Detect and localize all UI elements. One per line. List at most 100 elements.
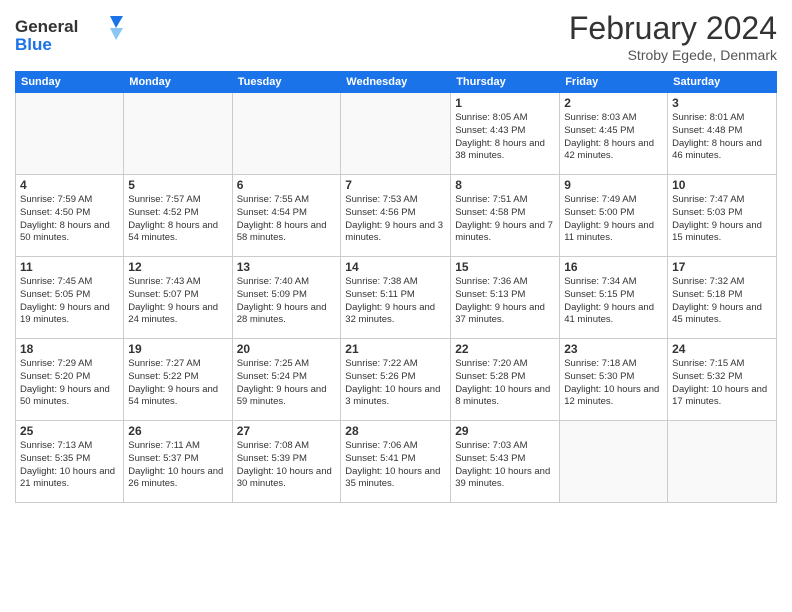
calendar-cell: 12 Sunrise: 7:43 AM Sunset: 5:07 PM Dayli… (124, 257, 232, 339)
day-number: 19 (128, 342, 227, 356)
day-number: 24 (672, 342, 772, 356)
day-number: 2 (564, 96, 663, 110)
calendar-cell: 3 Sunrise: 8:01 AM Sunset: 4:48 PM Daylig… (668, 93, 777, 175)
location-title: Stroby Egede, Denmark (569, 47, 777, 63)
day-number: 9 (564, 178, 663, 192)
calendar-cell: 11 Sunrise: 7:45 AM Sunset: 5:05 PM Dayli… (16, 257, 124, 339)
calendar-cell: 27Sunrise: 7:08 AM Sunset: 5:39 PM Dayli… (232, 421, 341, 503)
day-number: 5 (128, 178, 227, 192)
day-number: 22 (455, 342, 555, 356)
calendar-cell: 14 Sunrise: 7:38 AM Sunset: 5:11 PM Dayli… (341, 257, 451, 339)
day-number: 23 (564, 342, 663, 356)
day-info: Sunrise: 7:06 AM Sunset: 5:41 PM Dayligh… (345, 440, 446, 491)
day-number: 27 (237, 424, 337, 438)
col-thursday: Thursday (451, 72, 560, 93)
calendar-cell (232, 93, 341, 175)
calendar-cell: 18Sunrise: 7:29 AM Sunset: 5:20 PM Dayli… (16, 339, 124, 421)
calendar-cell: 4 Sunrise: 7:59 AM Sunset: 4:50 PM Daylig… (16, 175, 124, 257)
day-number: 10 (672, 178, 772, 192)
day-info: Sunrise: 8:01 AM Sunset: 4:48 PM Dayligh… (672, 112, 772, 163)
day-number: 16 (564, 260, 663, 274)
col-friday: Friday (560, 72, 668, 93)
calendar-cell (16, 93, 124, 175)
day-info: Sunrise: 7:18 AM Sunset: 5:30 PM Dayligh… (564, 358, 663, 409)
day-number: 4 (20, 178, 119, 192)
calendar-cell: 10 Sunrise: 7:47 AM Sunset: 5:03 PM Dayli… (668, 175, 777, 257)
month-title: February 2024 (569, 10, 777, 47)
day-number: 6 (237, 178, 337, 192)
svg-text:General: General (15, 17, 78, 36)
day-info: Sunrise: 7:43 AM Sunset: 5:07 PM Dayligh… (128, 276, 227, 327)
day-info: Sunrise: 7:20 AM Sunset: 5:28 PM Dayligh… (455, 358, 555, 409)
calendar-week-row: 18Sunrise: 7:29 AM Sunset: 5:20 PM Dayli… (16, 339, 777, 421)
day-number: 14 (345, 260, 446, 274)
day-info: Sunrise: 7:03 AM Sunset: 5:43 PM Dayligh… (455, 440, 555, 491)
calendar-cell: 24Sunrise: 7:15 AM Sunset: 5:32 PM Dayli… (668, 339, 777, 421)
col-wednesday: Wednesday (341, 72, 451, 93)
logo-svg: General Blue (15, 14, 125, 56)
calendar-cell (560, 421, 668, 503)
day-info: Sunrise: 7:25 AM Sunset: 5:24 PM Dayligh… (237, 358, 337, 409)
day-number: 15 (455, 260, 555, 274)
calendar-week-row: 1Sunrise: 8:05 AM Sunset: 4:43 PM Daylig… (16, 93, 777, 175)
logo: General Blue (15, 14, 125, 56)
day-number: 11 (20, 260, 119, 274)
col-sunday: Sunday (16, 72, 124, 93)
calendar-cell: 21 Sunrise: 7:22 AM Sunset: 5:26 PM Dayli… (341, 339, 451, 421)
day-info: Sunrise: 7:38 AM Sunset: 5:11 PM Dayligh… (345, 276, 446, 327)
day-number: 28 (345, 424, 446, 438)
day-number: 13 (237, 260, 337, 274)
calendar-week-row: 11 Sunrise: 7:45 AM Sunset: 5:05 PM Dayli… (16, 257, 777, 339)
day-info: Sunrise: 7:59 AM Sunset: 4:50 PM Dayligh… (20, 194, 119, 245)
calendar-cell (341, 93, 451, 175)
calendar-week-row: 4 Sunrise: 7:59 AM Sunset: 4:50 PM Daylig… (16, 175, 777, 257)
main-container: General Blue February 2024 Stroby Egede,… (0, 0, 792, 508)
calendar-cell: 7 Sunrise: 7:53 AM Sunset: 4:56 PM Daylig… (341, 175, 451, 257)
calendar-cell: 20 Sunrise: 7:25 AM Sunset: 5:24 PM Dayli… (232, 339, 341, 421)
calendar-table: Sunday Monday Tuesday Wednesday Thursday… (15, 71, 777, 503)
calendar-cell: 28 Sunrise: 7:06 AM Sunset: 5:41 PM Dayli… (341, 421, 451, 503)
day-number: 26 (128, 424, 227, 438)
calendar-cell: 6Sunrise: 7:55 AM Sunset: 4:54 PM Daylig… (232, 175, 341, 257)
day-number: 7 (345, 178, 446, 192)
day-info: Sunrise: 7:49 AM Sunset: 5:00 PM Dayligh… (564, 194, 663, 245)
day-number: 17 (672, 260, 772, 274)
day-number: 12 (128, 260, 227, 274)
day-number: 20 (237, 342, 337, 356)
day-info: Sunrise: 7:45 AM Sunset: 5:05 PM Dayligh… (20, 276, 119, 327)
day-info: Sunrise: 7:47 AM Sunset: 5:03 PM Dayligh… (672, 194, 772, 245)
calendar-week-row: 25Sunrise: 7:13 AM Sunset: 5:35 PM Dayli… (16, 421, 777, 503)
calendar-cell: 1Sunrise: 8:05 AM Sunset: 4:43 PM Daylig… (451, 93, 560, 175)
day-info: Sunrise: 7:53 AM Sunset: 4:56 PM Dayligh… (345, 194, 446, 245)
day-info: Sunrise: 8:03 AM Sunset: 4:45 PM Dayligh… (564, 112, 663, 163)
col-tuesday: Tuesday (232, 72, 341, 93)
day-info: Sunrise: 7:22 AM Sunset: 5:26 PM Dayligh… (345, 358, 446, 409)
day-info: Sunrise: 7:40 AM Sunset: 5:09 PM Dayligh… (237, 276, 337, 327)
calendar-cell: 22 Sunrise: 7:20 AM Sunset: 5:28 PM Dayli… (451, 339, 560, 421)
day-number: 29 (455, 424, 555, 438)
calendar-cell: 23 Sunrise: 7:18 AM Sunset: 5:30 PM Dayli… (560, 339, 668, 421)
calendar-cell: 15 Sunrise: 7:36 AM Sunset: 5:13 PM Dayli… (451, 257, 560, 339)
calendar-cell: 2 Sunrise: 8:03 AM Sunset: 4:45 PM Daylig… (560, 93, 668, 175)
day-info: Sunrise: 7:36 AM Sunset: 5:13 PM Dayligh… (455, 276, 555, 327)
calendar-cell: 29 Sunrise: 7:03 AM Sunset: 5:43 PM Dayli… (451, 421, 560, 503)
calendar-header-row: Sunday Monday Tuesday Wednesday Thursday… (16, 72, 777, 93)
day-number: 21 (345, 342, 446, 356)
day-info: Sunrise: 7:51 AM Sunset: 4:58 PM Dayligh… (455, 194, 555, 245)
calendar-cell: 26 Sunrise: 7:11 AM Sunset: 5:37 PM Dayli… (124, 421, 232, 503)
calendar-cell: 25Sunrise: 7:13 AM Sunset: 5:35 PM Dayli… (16, 421, 124, 503)
day-info: Sunrise: 7:11 AM Sunset: 5:37 PM Dayligh… (128, 440, 227, 491)
header-area: General Blue February 2024 Stroby Egede,… (15, 10, 777, 63)
calendar-cell: 8Sunrise: 7:51 AM Sunset: 4:58 PM Daylig… (451, 175, 560, 257)
day-info: Sunrise: 7:32 AM Sunset: 5:18 PM Dayligh… (672, 276, 772, 327)
calendar-cell (668, 421, 777, 503)
day-info: Sunrise: 7:34 AM Sunset: 5:15 PM Dayligh… (564, 276, 663, 327)
calendar-cell: 5 Sunrise: 7:57 AM Sunset: 4:52 PM Daylig… (124, 175, 232, 257)
day-info: Sunrise: 7:57 AM Sunset: 4:52 PM Dayligh… (128, 194, 227, 245)
col-saturday: Saturday (668, 72, 777, 93)
day-number: 3 (672, 96, 772, 110)
col-monday: Monday (124, 72, 232, 93)
svg-text:Blue: Blue (15, 35, 52, 54)
day-info: Sunrise: 7:13 AM Sunset: 5:35 PM Dayligh… (20, 440, 119, 491)
calendar-cell: 19Sunrise: 7:27 AM Sunset: 5:22 PM Dayli… (124, 339, 232, 421)
